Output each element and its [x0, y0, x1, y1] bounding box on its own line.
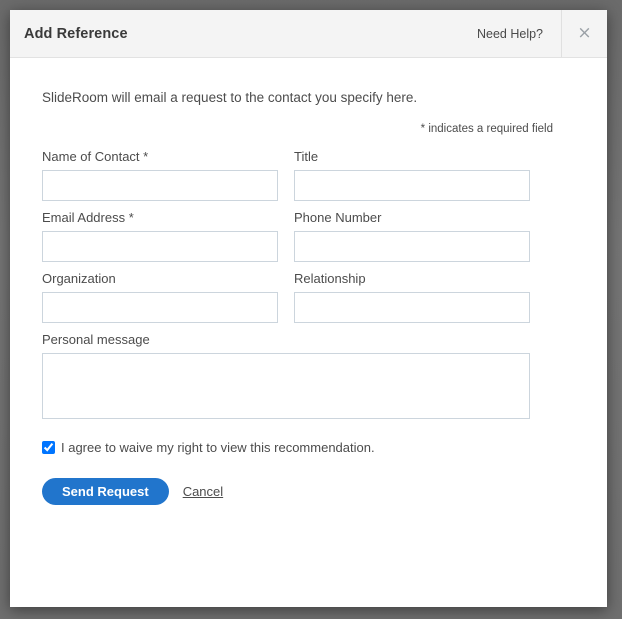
- field-label: Title: [294, 149, 319, 164]
- field-name-of-contact: Name of Contact *: [42, 149, 278, 201]
- waiver-row: I agree to waive my right to view this r…: [42, 440, 575, 455]
- form-row: Email Address * Phone Number: [42, 210, 575, 262]
- field-title: Title: [294, 149, 530, 201]
- email-address-input[interactable]: [42, 231, 278, 262]
- field-label: Email Address *: [42, 210, 134, 225]
- name-of-contact-input[interactable]: [42, 170, 278, 201]
- field-email-address: Email Address *: [42, 210, 278, 262]
- waiver-label[interactable]: I agree to waive my right to view this r…: [61, 440, 375, 455]
- field-label: Organization: [42, 271, 116, 286]
- modal-body: SlideRoom will email a request to the co…: [10, 58, 607, 505]
- waiver-checkbox[interactable]: [42, 441, 55, 454]
- modal-title: Add Reference: [24, 25, 128, 42]
- need-help-link[interactable]: Need Help?: [477, 10, 561, 57]
- form-row: Organization Relationship: [42, 271, 575, 323]
- field-organization: Organization: [42, 271, 278, 323]
- modal-header: Add Reference Need Help? ×: [10, 10, 607, 58]
- title-input[interactable]: [294, 170, 530, 201]
- field-label: Phone Number: [294, 210, 382, 225]
- form-row: Name of Contact * Title: [42, 149, 575, 201]
- field-phone-number: Phone Number: [294, 210, 530, 262]
- field-relationship: Relationship: [294, 271, 530, 323]
- field-label: Relationship: [294, 271, 366, 286]
- cancel-link[interactable]: Cancel: [183, 484, 223, 499]
- field-label: Personal message: [42, 332, 150, 347]
- field-personal-message: Personal message: [42, 332, 530, 419]
- close-icon: ×: [577, 23, 592, 43]
- personal-message-textarea[interactable]: [42, 353, 530, 419]
- phone-number-input[interactable]: [294, 231, 530, 262]
- field-label: Name of Contact *: [42, 149, 149, 164]
- actions-row: Send Request Cancel: [42, 478, 575, 505]
- close-button[interactable]: ×: [561, 10, 607, 57]
- add-reference-modal: Add Reference Need Help? × SlideRoom wil…: [10, 10, 607, 607]
- organization-input[interactable]: [42, 292, 278, 323]
- intro-text: SlideRoom will email a request to the co…: [42, 90, 418, 105]
- send-request-button[interactable]: Send Request: [42, 478, 169, 505]
- relationship-input[interactable]: [294, 292, 530, 323]
- required-field-note: * indicates a required field: [420, 123, 553, 135]
